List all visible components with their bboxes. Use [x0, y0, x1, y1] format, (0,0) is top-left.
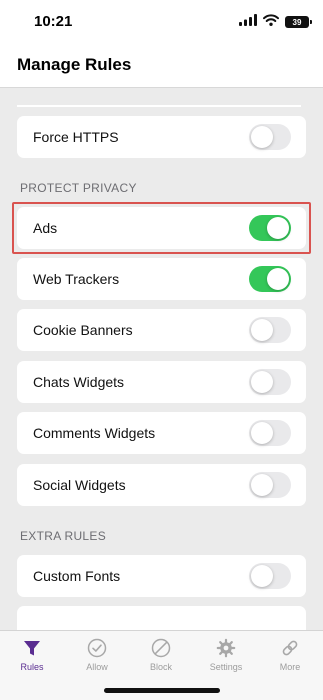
separator — [17, 105, 301, 107]
chats-widgets-toggle[interactable] — [249, 369, 291, 395]
rule-row-web-trackers: Web Trackers — [17, 258, 306, 300]
link-icon — [260, 637, 320, 659]
funnel-icon — [2, 637, 62, 659]
tab-label: Allow — [86, 662, 108, 672]
tab-label: Rules — [20, 662, 44, 672]
page-title: Manage Rules — [17, 55, 132, 74]
rule-label: Cookie Banners — [33, 322, 133, 338]
rule-row-social-widgets: Social Widgets — [17, 464, 306, 506]
comments-widgets-toggle[interactable] — [249, 420, 291, 446]
tab-allow[interactable]: Allow — [67, 637, 127, 672]
battery-icon: 39 — [285, 16, 312, 28]
rule-row-comments-widgets: Comments Widgets — [17, 412, 306, 454]
toggle-knob — [251, 422, 273, 444]
toggle-knob — [267, 217, 289, 239]
block-icon — [131, 637, 191, 659]
checkmark-circle-icon — [67, 637, 127, 659]
cookie-banners-toggle[interactable] — [249, 317, 291, 343]
rule-row-force-https: Force HTTPS — [17, 116, 306, 158]
wifi-icon — [263, 13, 279, 31]
tab-label: Block — [149, 662, 172, 672]
toggle-knob — [251, 319, 273, 341]
toggle-knob — [251, 565, 273, 587]
status-time: 10:21 — [34, 13, 73, 30]
custom-fonts-toggle[interactable] — [249, 563, 291, 589]
tab-rules[interactable]: Rules — [2, 637, 62, 672]
toggle-knob — [251, 371, 273, 393]
ads-toggle[interactable] — [249, 215, 291, 241]
home-indicator — [104, 688, 220, 693]
rule-label: Force HTTPS — [33, 129, 119, 145]
rule-label: Social Widgets — [33, 477, 126, 493]
force-https-toggle[interactable] — [249, 124, 291, 150]
tab-more[interactable]: More — [260, 637, 320, 672]
status-bar: 10:21 39 — [0, 0, 323, 42]
social-widgets-toggle[interactable] — [249, 472, 291, 498]
cellular-signal-icon — [239, 13, 257, 31]
rule-label: Chats Widgets — [33, 374, 125, 390]
rule-row-chats-widgets: Chats Widgets — [17, 361, 306, 403]
section-header-protect-privacy: PROTECT PRIVACY — [20, 181, 137, 195]
rule-row-cookie-banners: Cookie Banners — [17, 309, 306, 351]
toggle-knob — [267, 268, 289, 290]
rule-label: Comments Widgets — [33, 425, 156, 441]
rules-list[interactable]: Force HTTPS PROTECT PRIVACY Ads Web Trac… — [0, 89, 323, 630]
rule-label: Custom Fonts — [33, 568, 121, 584]
rule-label: Web Trackers — [33, 271, 120, 287]
rule-row-custom-fonts: Custom Fonts — [17, 555, 306, 597]
tab-label: More — [279, 662, 301, 672]
rule-label: Ads — [33, 220, 58, 236]
toggle-knob — [251, 126, 273, 148]
tab-label: Settings — [209, 662, 243, 672]
status-icons: 39 — [239, 13, 312, 31]
tab-settings[interactable]: Settings — [196, 637, 256, 672]
web-trackers-toggle[interactable] — [249, 266, 291, 292]
rule-row-partial — [17, 606, 306, 630]
section-header-extra-rules: EXTRA RULES — [20, 529, 106, 543]
tab-block[interactable]: Block — [131, 637, 191, 672]
gear-icon — [196, 637, 256, 659]
toggle-knob — [251, 474, 273, 496]
rule-row-ads: Ads — [17, 207, 306, 249]
top-bar: 10:21 39 Manage Rules — [0, 0, 323, 88]
